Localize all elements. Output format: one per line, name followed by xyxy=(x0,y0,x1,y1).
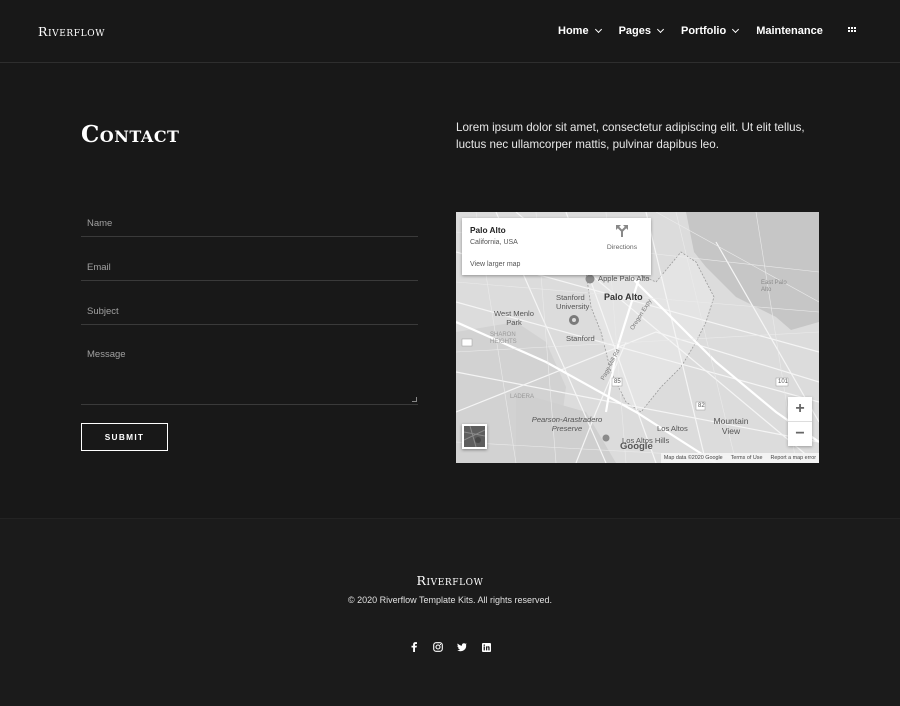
intro-text: Lorem ipsum dolor sit amet, consectetur … xyxy=(456,121,805,151)
nav-item-pages[interactable]: Pages xyxy=(618,25,665,37)
map-label-sharon-heights: SHARON HEIGHTS xyxy=(490,332,517,345)
directions-button[interactable]: Directions xyxy=(604,224,640,251)
email-input[interactable] xyxy=(81,254,418,281)
map-label-east-palo-alto: East Palo Alto xyxy=(761,280,787,293)
resize-handle-icon[interactable] xyxy=(412,397,417,402)
map-label-stanford: Stanford xyxy=(566,334,595,343)
map-label-hwy-82: 82 xyxy=(698,403,705,409)
chevron-down-icon xyxy=(732,25,740,34)
map-label-stanford-university: Stanford University xyxy=(556,293,590,311)
map-label-ladera: LADERA xyxy=(510,394,535,400)
chevron-down-icon xyxy=(656,25,665,34)
map-info-title: Palo Alto xyxy=(470,225,506,235)
map-label-hwy-85: 85 xyxy=(614,379,621,385)
map-zoom-control: + − xyxy=(788,397,812,446)
site-header: Riverflow Home Pages Portfolio Maintenan… xyxy=(0,0,900,63)
nav-item-portfolio[interactable]: Portfolio xyxy=(680,25,740,37)
zoom-out-button[interactable]: − xyxy=(788,422,812,446)
page-title: Contact xyxy=(81,121,180,148)
directions-label: Directions xyxy=(606,244,638,251)
name-field-wrapper xyxy=(81,210,418,237)
chevron-down-icon xyxy=(594,25,602,34)
zoom-in-button[interactable]: + xyxy=(788,397,812,421)
satellite-thumbnail-icon xyxy=(464,426,485,447)
nav-item-home[interactable]: Home xyxy=(558,25,602,37)
social-links xyxy=(408,641,504,653)
site-logo[interactable]: Riverflow xyxy=(38,24,105,39)
linkedin-icon[interactable] xyxy=(480,641,492,653)
nav-item-maintenance[interactable]: Maintenance xyxy=(756,25,823,37)
satellite-toggle-button[interactable] xyxy=(462,424,487,449)
map-label-los-altos: Los Altos xyxy=(657,424,688,433)
message-field-wrapper xyxy=(81,342,418,405)
twitter-icon[interactable] xyxy=(456,641,468,653)
report-map-error-link[interactable]: Report a map error xyxy=(770,455,816,461)
footer-logo[interactable]: Riverflow xyxy=(0,573,900,588)
directions-icon xyxy=(616,225,628,237)
map-label-hwy-101: 101 xyxy=(778,379,789,385)
map-label-west-menlo-park: West Menlo Park xyxy=(494,309,534,327)
message-textarea[interactable] xyxy=(81,342,418,404)
grid-icon[interactable] xyxy=(848,27,856,34)
submit-button[interactable]: SUBMIT xyxy=(81,423,168,451)
map-info-card: Palo Alto California, USA View larger ma… xyxy=(462,218,651,275)
map-label-pearson-preserve: Pearson-Arastradero Preserve xyxy=(531,415,603,433)
terms-of-use-link[interactable]: Terms of Use xyxy=(731,455,763,461)
main-nav: Home Pages Portfolio Maintenance xyxy=(558,25,841,37)
nav-item-label: Home xyxy=(558,25,589,37)
subject-input[interactable] xyxy=(81,298,418,325)
name-input[interactable] xyxy=(81,210,418,237)
map-label-apple-store: Apple Palo Alto xyxy=(598,274,650,283)
site-footer: Riverflow © 2020 Riverflow Template Kits… xyxy=(0,518,900,706)
email-field-wrapper xyxy=(81,254,418,281)
google-logo: Google xyxy=(620,441,653,452)
map-label-mountain-view: Mountain View xyxy=(713,416,749,436)
map-label-palo-alto: Palo Alto xyxy=(604,292,643,302)
map-embed[interactable]: Palo Alto Stanford University Apple Palo… xyxy=(456,212,819,463)
view-larger-map-link[interactable]: View larger map xyxy=(470,261,520,268)
map-attribution: Map data ©2020 Google Terms of Use Repor… xyxy=(660,453,819,463)
instagram-icon[interactable] xyxy=(432,641,444,653)
map-data-text: Map data ©2020 Google xyxy=(663,455,723,461)
facebook-icon[interactable] xyxy=(408,641,420,653)
nav-item-label: Maintenance xyxy=(756,25,823,37)
contact-form xyxy=(81,210,418,405)
copyright-text: © 2020 Riverflow Template Kits. All righ… xyxy=(347,595,553,605)
nav-item-label: Portfolio xyxy=(680,25,727,37)
map-info-subtitle: California, USA xyxy=(470,239,518,246)
subject-field-wrapper xyxy=(81,298,418,325)
nav-item-label: Pages xyxy=(618,25,651,37)
